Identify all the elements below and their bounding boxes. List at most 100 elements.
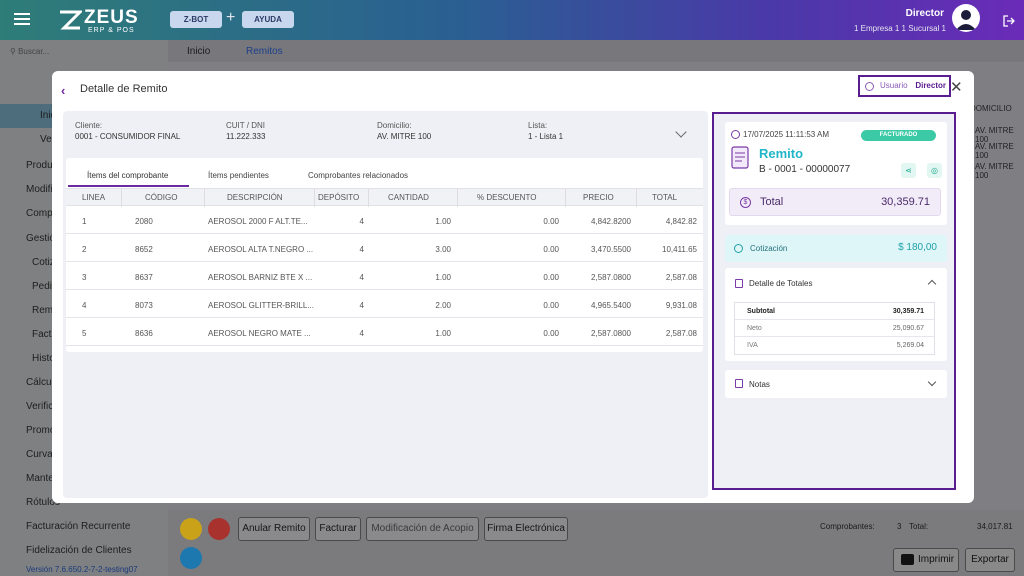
hamburger-menu-icon[interactable] — [14, 13, 30, 25]
cell-descuento: 0.00 — [543, 273, 559, 282]
col-total[interactable]: TOTAL — [652, 193, 677, 202]
lista-label: Lista: — [528, 121, 548, 130]
notas-label: Notas — [749, 380, 770, 389]
cell-codigo: 8637 — [135, 273, 153, 282]
table-row[interactable]: 2 8652 AEROSOL ALTA T.NEGRO ... 4 3.00 0… — [66, 234, 703, 262]
modificacion-acopio-button[interactable]: Modificación de Acopio — [366, 517, 479, 541]
detalle-totales-toggle[interactable]: Detalle de Totales — [749, 279, 812, 288]
cell-deposito: 4 — [359, 273, 364, 282]
chevron-up-icon[interactable] — [927, 279, 937, 289]
ayuda-button[interactable]: AYUDA — [242, 11, 294, 28]
back-chevron-icon[interactable]: ‹ — [61, 83, 65, 98]
edit-button[interactable] — [180, 518, 202, 540]
table-row[interactable]: 4 8073 AEROSOL GLITTER-BRILL... 4 2.00 0… — [66, 290, 703, 318]
whatsapp-icon[interactable]: ◎ — [927, 163, 942, 178]
imprimir-button[interactable]: Imprimir — [893, 548, 959, 572]
cell-total: 4,842.82 — [665, 217, 697, 226]
col-codigo[interactable]: CÓDIGO — [145, 193, 177, 202]
col-linea[interactable]: LINEA — [82, 193, 105, 202]
items-table-card: Ítems del comprobante Ítems pendientes C… — [66, 158, 703, 352]
tab-remitos[interactable]: Remitos — [246, 46, 283, 57]
cell-total: 2,587.08 — [665, 273, 697, 282]
cell-precio: 3,470.5500 — [590, 245, 631, 254]
total-box: $ Total 30,359.71 — [729, 188, 941, 216]
domicilio-label: Domicilio: — [377, 121, 412, 130]
cotizacion-value: $ 180,00 — [898, 242, 937, 253]
tab-items-comprobante[interactable]: Ítems del comprobante — [87, 171, 168, 180]
user-icon — [865, 82, 874, 91]
cell-deposito: 4 — [359, 301, 364, 310]
printer-icon — [901, 554, 914, 565]
share-icon[interactable]: ⋖ — [901, 163, 916, 178]
firma-electronica-button[interactable]: Firma Electrónica — [484, 517, 568, 541]
col-descripcion[interactable]: DESCRIPCIÓN — [227, 193, 283, 202]
plus-icon: + — [226, 9, 236, 26]
domicilio-value: AV. MITRE 100 — [377, 132, 432, 141]
cell-precio: 2,587.0800 — [590, 273, 631, 282]
remito-card: 17/07/2025 11:11:53 AM FACTURADO Remito … — [725, 122, 947, 225]
cliente-value: 0001 - CONSUMIDOR FINAL — [75, 132, 181, 141]
close-icon[interactable]: ✕ — [950, 78, 963, 96]
cell-descripcion: AEROSOL GLITTER-BRILL... — [208, 301, 314, 310]
clock-icon — [731, 130, 740, 139]
cuit-value: 11.222.333 — [226, 132, 266, 141]
cell-total: 10,411.65 — [662, 245, 697, 254]
tab-items-pendientes[interactable]: Ítems pendientes — [208, 171, 269, 180]
notas-card[interactable]: Notas — [725, 370, 947, 398]
chevron-down-icon[interactable] — [675, 126, 687, 138]
avatar[interactable] — [952, 4, 980, 32]
totales-table: Subtotal 30,359.71 Neto 25,090.67 IVA 5,… — [734, 302, 935, 355]
exportar-button[interactable]: Exportar — [965, 548, 1015, 572]
cell-codigo: 8073 — [135, 301, 153, 310]
active-tab-indicator — [68, 185, 189, 187]
delete-button[interactable] — [208, 518, 230, 540]
cell-cantidad: 3.00 — [435, 245, 451, 254]
table-row[interactable]: 1 2080 AEROSOL 2000 F ALT.TE... 4 1.00 0… — [66, 206, 703, 234]
status-badge: FACTURADO — [861, 130, 936, 141]
bg-cell: AV. MITRE 100 — [975, 142, 1014, 160]
modal-title: Detalle de Remito — [80, 83, 168, 95]
view-button[interactable] — [180, 547, 202, 569]
usuario-indicator: Usuario Director — [858, 75, 951, 97]
neto-row: Neto 25,090.67 — [735, 320, 934, 337]
dollar-icon: $ — [740, 197, 751, 208]
tab-comprobantes-relacionados[interactable]: Comprobantes relacionados — [308, 171, 408, 180]
cell-linea: 3 — [82, 273, 87, 282]
chevron-down-icon[interactable] — [927, 377, 937, 387]
doc-number: B - 0001 - 00000077 — [759, 164, 851, 175]
cell-total: 9,931.08 — [665, 301, 697, 310]
sidebar-item-fidelizacion[interactable]: Fidelización de Clientes — [26, 545, 132, 556]
tab-inicio[interactable]: Inicio — [187, 46, 210, 57]
sidebar-search[interactable]: ⚲ Buscar... — [10, 47, 49, 56]
logout-icon[interactable] — [1003, 15, 1015, 27]
cell-total: 2,587.08 — [665, 329, 697, 338]
zeus-logo: ZEUS ERP & POS — [58, 7, 140, 35]
sidebar-item-facturacion-recurrente[interactable]: Facturación Recurrente — [26, 521, 131, 532]
detalle-remito-modal: ‹ Detalle de Remito Usuario Director ✕ C… — [52, 71, 974, 503]
cell-descripcion: AEROSOL BARNIZ BTE X ... — [208, 273, 313, 282]
zbot-button[interactable]: Z-BOT — [170, 11, 222, 28]
cell-cantidad: 2.00 — [435, 301, 451, 310]
total-amount: 30,359.71 — [881, 196, 930, 208]
iva-row: IVA 5,269.04 — [747, 342, 924, 349]
facturar-button[interactable]: Facturar — [315, 517, 361, 541]
cell-cantidad: 1.00 — [435, 329, 451, 338]
search-icon: ⚲ — [10, 47, 16, 56]
lista-value: 1 - Lista 1 — [528, 132, 564, 141]
cell-descripcion: AEROSOL NEGRO MATE ... — [208, 329, 311, 338]
cliente-label: Cliente: — [75, 121, 103, 130]
cell-codigo: 8652 — [135, 245, 153, 254]
bg-cell: AV. MITRE 100 — [975, 162, 1014, 180]
col-precio[interactable]: PRECIO — [583, 193, 614, 202]
col-cantidad[interactable]: CANTIDAD — [388, 193, 429, 202]
col-descuento[interactable]: % DESCUENTO — [477, 193, 536, 202]
col-deposito[interactable]: DEPÓSITO — [318, 193, 359, 202]
cell-codigo: 2080 — [135, 217, 153, 226]
client-info: Cliente: 0001 - CONSUMIDOR FINAL CUIT / … — [63, 111, 708, 155]
table-row[interactable]: 5 8636 AEROSOL NEGRO MATE ... 4 1.00 0.0… — [66, 318, 703, 346]
cell-linea: 2 — [82, 245, 87, 254]
cuit-label: CUIT / DNI — [226, 121, 265, 130]
anular-remito-button[interactable]: Anular Remito — [238, 517, 310, 541]
cell-cantidad: 1.00 — [435, 273, 451, 282]
table-row[interactable]: 3 8637 AEROSOL BARNIZ BTE X ... 4 1.00 0… — [66, 262, 703, 290]
